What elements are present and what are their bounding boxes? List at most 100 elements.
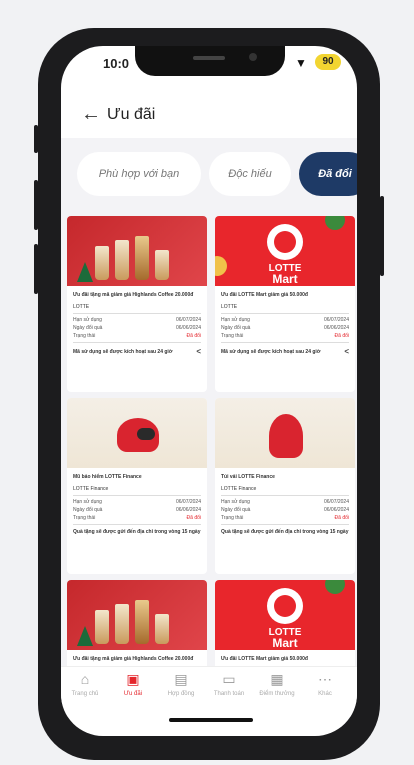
contract-icon: ▤ (174, 671, 188, 687)
status-bar: 10:0 ▼ 90 (61, 46, 357, 82)
lotte-logo-icon (267, 224, 303, 260)
drink-image (95, 246, 109, 280)
notch (135, 46, 285, 76)
voucher-note: Quà tặng sẽ được gửi đến địa chỉ trong v… (221, 529, 349, 535)
status-value: Đã đổi (334, 515, 349, 521)
battery-indicator: 90 (315, 54, 341, 70)
voucher-title: Ưu đãi tặng mã giảm giá Highlands Coffee… (73, 292, 194, 298)
voucher-title: Ưu đãi LOTTE Mart giảm giá 50.000đ (221, 292, 308, 298)
voucher-card[interactable]: LOTTE Mart Ưu đãi LOTTE Mart giảm giá 50.… (215, 216, 355, 392)
tab-redeemed[interactable]: Đã đổi (299, 152, 357, 196)
voucher-brand: LOTTE (221, 304, 238, 310)
leaf-decoration (325, 580, 345, 594)
voucher-note: Quà tặng sẽ được gửi đến địa chỉ trong v… (73, 529, 201, 535)
helmet-visor (137, 428, 155, 440)
voucher-note: Mã sử dụng sẽ được kích hoạt sau 24 giờ (221, 348, 321, 355)
expiry-value: 06/07/2024 (175, 317, 201, 323)
helmet-gift-image (67, 398, 207, 468)
filter-tabs: Phù hợp với bạn Độc hiếu Đã đổi (61, 138, 357, 210)
volume-down-button (34, 244, 38, 294)
redeem-date-value: 06/06/2024 (175, 325, 201, 331)
status-time: 10:0 (103, 56, 130, 71)
voucher-note: Mã sử dụng sẽ được kích hoạt sau 24 giờ (73, 348, 173, 355)
redeem-date-value: 06/06/2024 (323, 325, 349, 331)
gift-icon: ▣ (126, 671, 140, 687)
drink-image (95, 610, 109, 644)
page-title: Ưu đãi (107, 106, 156, 123)
home-indicator[interactable] (169, 718, 253, 722)
voucher-card[interactable]: Ưu đãi tặng mã giảm giá Highlands Coffee… (67, 216, 207, 392)
nav-label: Ưu đãi (123, 691, 143, 697)
home-icon: ⌂ (80, 671, 90, 687)
redeem-date-label: Ngày đổi quà (221, 325, 251, 331)
tab-exclusive[interactable]: Độc hiếu (209, 152, 291, 196)
coffee-banner-image (67, 580, 207, 650)
expiry-label: Hạn sử dụng (73, 499, 102, 505)
nav-rewards[interactable]: ▦ Điểm thưởng (255, 671, 299, 697)
tab-for-you[interactable]: Phù hợp với bạn (77, 152, 201, 196)
redeem-date-value: 06/06/2024 (175, 507, 201, 513)
voucher-title: Ưu đãi LOTTE Mart giảm giá 50.000đ (221, 656, 308, 662)
voucher-brand: LOTTE Finance (221, 486, 257, 492)
voucher-card[interactable]: Túi vải LOTTE Finance LOTTE Finance Hạn … (215, 398, 355, 574)
drink-image (135, 600, 149, 644)
status-value: Đã đổi (334, 333, 349, 339)
nav-label: Hợp đồng (167, 691, 195, 697)
expiry-value: 06/07/2024 (323, 499, 349, 505)
bag-gift-image (215, 398, 355, 468)
power-button (380, 196, 384, 276)
payment-icon: ▭ (222, 671, 236, 687)
tree-icon (77, 262, 93, 282)
reward-icon: ▦ (270, 671, 284, 687)
page-header: ← Ưu đãi (61, 96, 357, 136)
share-icon[interactable]: < (344, 347, 349, 356)
mart-logo-text: LOTTE Mart (268, 627, 302, 650)
front-camera (249, 53, 257, 61)
arrow-left-icon[interactable]: ← (81, 103, 101, 126)
app-screen: 10:0 ▼ 90 ← Ưu đãi Phù hợp với bạn Độc h… (61, 46, 357, 736)
leaf-decoration (325, 216, 345, 230)
status-value: Đã đổi (186, 333, 201, 339)
voucher-card[interactable]: LOTTE Mart Ưu đãi LOTTE Mart giảm giá 50.… (215, 580, 355, 666)
mute-switch (34, 125, 38, 153)
voucher-brand: LOTTE Finance (73, 486, 109, 492)
expiry-label: Hạn sử dụng (73, 317, 102, 323)
lotte-mart-banner-image: LOTTE Mart (215, 580, 355, 650)
voucher-card[interactable]: Ưu đãi tặng mã giảm giá Highlands Coffee… (67, 580, 207, 666)
redeem-date-value: 06/06/2024 (323, 507, 349, 513)
drink-image (115, 240, 129, 280)
redeem-date-label: Ngày đổi quà (73, 507, 103, 513)
nav-payment[interactable]: ▭ Thanh toán (207, 671, 251, 697)
mart-logo-text: LOTTE Mart (268, 263, 302, 286)
voucher-title: Mũ bảo hiểm LOTTE Finance (73, 474, 142, 480)
nav-home[interactable]: ⌂ Trang chủ (63, 671, 107, 697)
nav-label: Điểm thưởng (259, 691, 295, 697)
more-icon: ⋯ (318, 671, 332, 687)
voucher-brand: LOTTE (73, 304, 90, 310)
status-label: Trạng thái (73, 515, 96, 521)
share-icon[interactable]: < (196, 347, 201, 356)
voucher-title: Ưu đãi tặng mã giảm giá Highlands Coffee… (73, 656, 194, 662)
lotte-mart-banner-image: LOTTE Mart (215, 216, 355, 286)
nav-more[interactable]: ⋯ Khác (303, 671, 347, 697)
nav-offers[interactable]: ▣ Ưu đãi (111, 671, 155, 697)
nav-label: Thanh toán (213, 691, 245, 697)
bag-image (269, 414, 303, 458)
status-label: Trạng thái (221, 515, 244, 521)
nav-label: Trang chủ (71, 691, 99, 697)
status-label: Trạng thái (73, 333, 96, 339)
coffee-banner-image (67, 216, 207, 286)
expiry-label: Hạn sử dụng (221, 499, 250, 505)
speaker-grille (193, 56, 225, 60)
expiry-value: 06/07/2024 (323, 317, 349, 323)
voucher-card[interactable]: Mũ bảo hiểm LOTTE Finance LOTTE Finance … (67, 398, 207, 574)
nav-label: Khác (318, 691, 332, 697)
drink-image (155, 250, 169, 280)
wifi-icon: ▼ (295, 56, 307, 70)
redeem-date-label: Ngày đổi quà (73, 325, 103, 331)
tree-icon (77, 626, 93, 646)
voucher-grid: Ưu đãi tặng mã giảm giá Highlands Coffee… (61, 210, 357, 666)
expiry-value: 06/07/2024 (175, 499, 201, 505)
voucher-title: Túi vải LOTTE Finance (221, 474, 275, 480)
nav-contracts[interactable]: ▤ Hợp đồng (159, 671, 203, 697)
